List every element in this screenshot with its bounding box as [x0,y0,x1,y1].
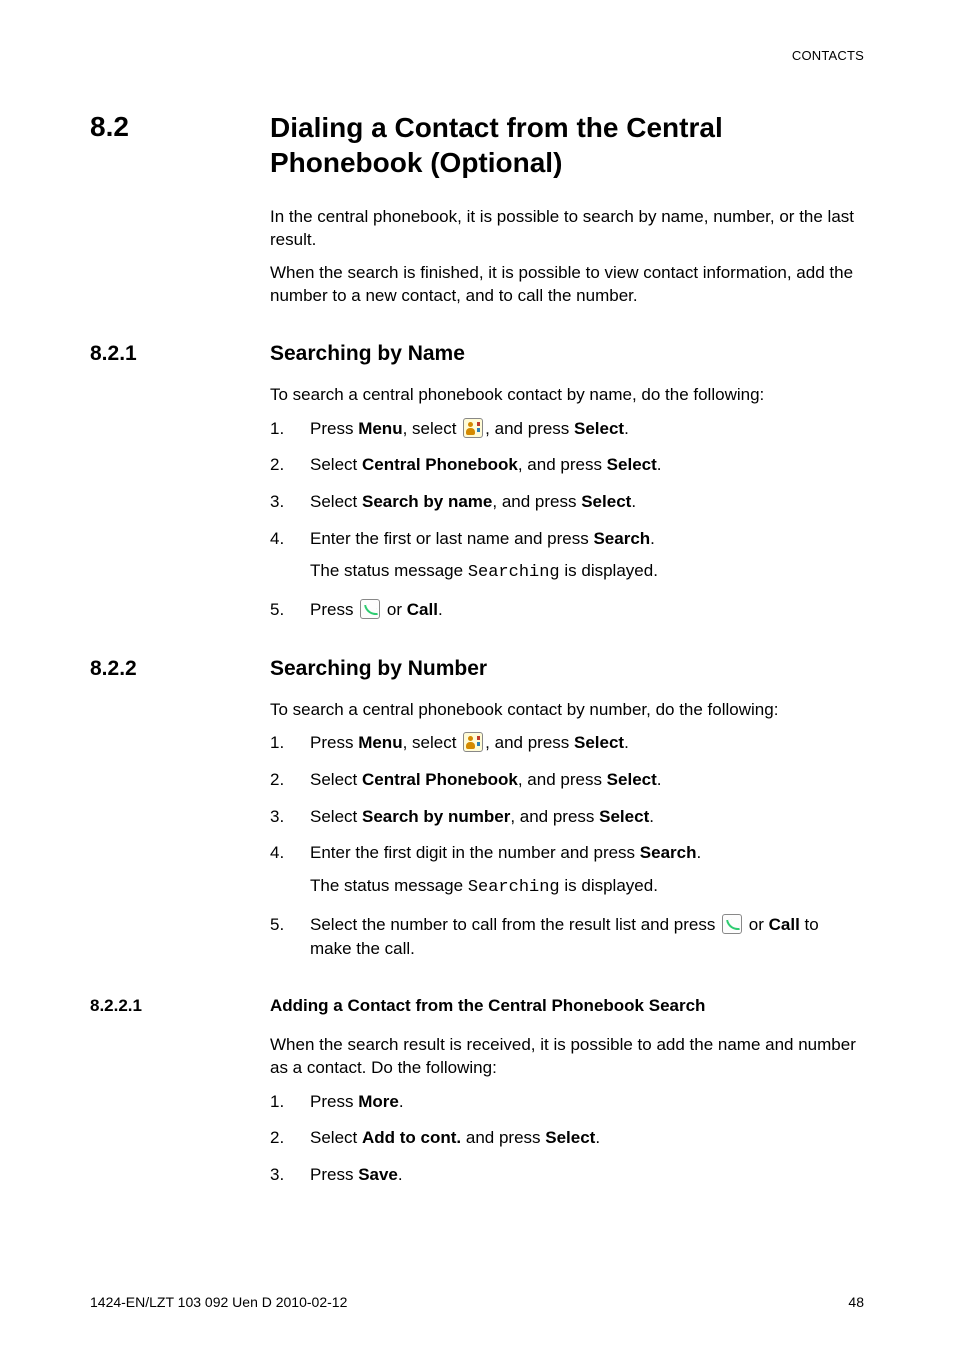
contacts-icon [463,418,483,438]
step-number: 1. [270,1090,310,1115]
step-item: 2. Select Central Phonebook, and press S… [270,768,864,793]
section-title: Adding a Contact from the Central Phoneb… [270,996,705,1016]
step-text: Select Central Phonebook, and press Sele… [310,453,864,478]
page-number: 48 [848,1294,864,1310]
step-subtext: The status message Searching is displaye… [310,874,864,901]
step-text: Press or Call. [310,598,864,623]
section-number: 8.2.2.1 [90,996,270,1016]
call-icon [722,914,742,934]
page-footer: 1424-EN/LZT 103 092 Uen D 2010-02-12 48 [90,1294,864,1310]
step-number: 5. [270,913,310,938]
step-text: Enter the first digit in the number and … [310,841,864,900]
step-text: Select Search by number, and press Selec… [310,805,864,830]
step-number: 3. [270,490,310,515]
section-title: Searching by Name [270,342,465,366]
section-8-2-2-1-body: When the search result is received, it i… [270,1034,864,1188]
section-title: Dialing a Contact from the Central Phone… [270,110,864,180]
step-item: 5. Press or Call. [270,598,864,623]
steps-list: 1. Press More. 2. Select Add to cont. an… [270,1090,864,1188]
step-item: 1. Press More. [270,1090,864,1115]
page: CONTACTS 8.2 Dialing a Contact from the … [0,0,954,1350]
step-text: Press Menu, select , and press Select. [310,731,864,756]
step-subtext: The status message Searching is displaye… [310,559,864,586]
step-text: Select Add to cont. and press Select. [310,1126,864,1151]
section-8-2-1-body: To search a central phonebook contact by… [270,384,864,623]
step-item: 2. Select Add to cont. and press Select. [270,1126,864,1151]
footer-doc-id: 1424-EN/LZT 103 092 Uen D 2010-02-12 [90,1294,347,1310]
section-number: 8.2.1 [90,342,270,366]
step-item: 2. Select Central Phonebook, and press S… [270,453,864,478]
step-item: 3. Select Search by name, and press Sele… [270,490,864,515]
step-item: 4. Enter the first digit in the number a… [270,841,864,900]
step-item: 3. Press Save. [270,1163,864,1188]
paragraph: In the central phonebook, it is possible… [270,206,864,252]
section-8-2-2-1-heading: 8.2.2.1 Adding a Contact from the Centra… [90,996,864,1016]
step-item: 4. Enter the first or last name and pres… [270,527,864,586]
step-number: 4. [270,841,310,866]
call-icon [360,599,380,619]
lead-paragraph: To search a central phonebook contact by… [270,384,864,407]
step-number: 3. [270,1163,310,1188]
step-number: 2. [270,768,310,793]
section-8-2-2-body: To search a central phonebook contact by… [270,699,864,962]
contacts-icon [463,732,483,752]
section-8-2-1-heading: 8.2.1 Searching by Name [90,342,864,366]
section-number: 8.2 [90,110,270,144]
step-text: Select Central Phonebook, and press Sele… [310,768,864,793]
section-8-2-body: In the central phonebook, it is possible… [270,206,864,308]
step-number: 5. [270,598,310,623]
step-number: 2. [270,453,310,478]
section-title: Searching by Number [270,657,487,681]
step-number: 2. [270,1126,310,1151]
step-text: Press More. [310,1090,864,1115]
step-number: 1. [270,417,310,442]
steps-list: 1. Press Menu, select , and press Select… [270,731,864,961]
step-item: 3. Select Search by number, and press Se… [270,805,864,830]
section-number: 8.2.2 [90,657,270,681]
step-text: Select Search by name, and press Select. [310,490,864,515]
steps-list: 1. Press Menu, select , and press Select… [270,417,864,623]
step-text: Enter the first or last name and press S… [310,527,864,586]
section-8-2-2-heading: 8.2.2 Searching by Number [90,657,864,681]
lead-paragraph: When the search result is received, it i… [270,1034,864,1080]
lead-paragraph: To search a central phonebook contact by… [270,699,864,722]
section-8-2-heading: 8.2 Dialing a Contact from the Central P… [90,110,864,180]
step-text: Press Save. [310,1163,864,1188]
step-number: 1. [270,731,310,756]
step-item: 1. Press Menu, select , and press Select… [270,731,864,756]
step-item: 1. Press Menu, select , and press Select… [270,417,864,442]
step-number: 3. [270,805,310,830]
paragraph: When the search is finished, it is possi… [270,262,864,308]
running-header: CONTACTS [792,48,864,63]
step-item: 5. Select the number to call from the re… [270,913,864,962]
step-text: Press Menu, select , and press Select. [310,417,864,442]
step-number: 4. [270,527,310,552]
step-text: Select the number to call from the resul… [310,913,864,962]
